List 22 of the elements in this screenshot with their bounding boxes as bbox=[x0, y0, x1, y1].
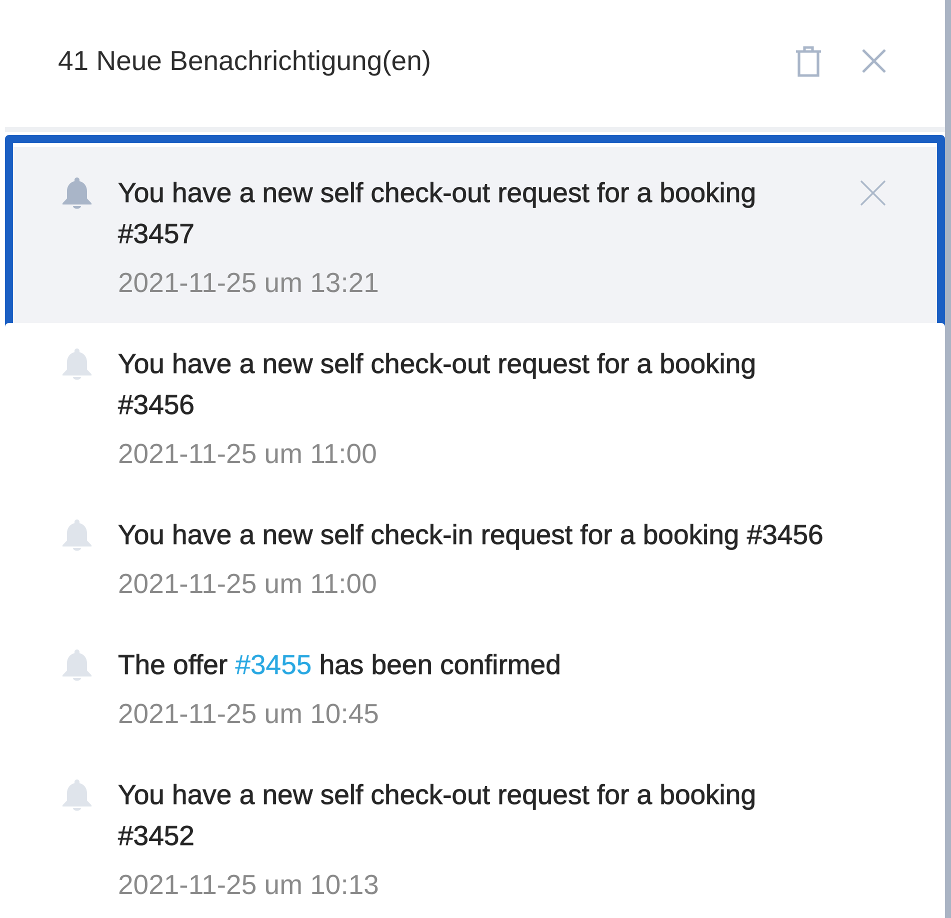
bell-icon bbox=[62, 518, 92, 550]
close-button[interactable] bbox=[862, 49, 886, 73]
notification-time: 2021-11-25 um 10:13 bbox=[118, 868, 379, 902]
dismiss-button[interactable] bbox=[860, 180, 886, 206]
notification-time: 2021-11-25 um 13:21 bbox=[118, 266, 379, 300]
trash-icon bbox=[795, 46, 822, 76]
notification-time: 2021-11-25 um 11:00 bbox=[118, 567, 377, 601]
notification-message: The offer #3455 has been confirmed bbox=[118, 648, 561, 682]
bell-icon bbox=[62, 176, 92, 208]
bell-icon bbox=[62, 648, 92, 680]
notification-time: 2021-11-25 um 10:45 bbox=[118, 697, 379, 731]
notification-message: You have a new self check-out request for a booking #3457 bbox=[118, 176, 758, 251]
bell-icon bbox=[62, 778, 92, 810]
bell-icon bbox=[62, 348, 92, 380]
notification-message: You have a new self check-out request for a booking #3452 bbox=[118, 778, 758, 853]
delete-all-button[interactable] bbox=[795, 46, 822, 76]
panel-title: 41 Neue Benachrichtigung(en) bbox=[58, 44, 432, 78]
notification-time: 2021-11-25 um 11:00 bbox=[118, 437, 377, 471]
close-icon bbox=[862, 49, 886, 73]
notification-message: You have a new self check-in request for a booking #3456 bbox=[118, 518, 824, 552]
close-icon bbox=[860, 180, 886, 206]
notification-message: You have a new self check-out request for a booking #3456 bbox=[118, 347, 758, 422]
